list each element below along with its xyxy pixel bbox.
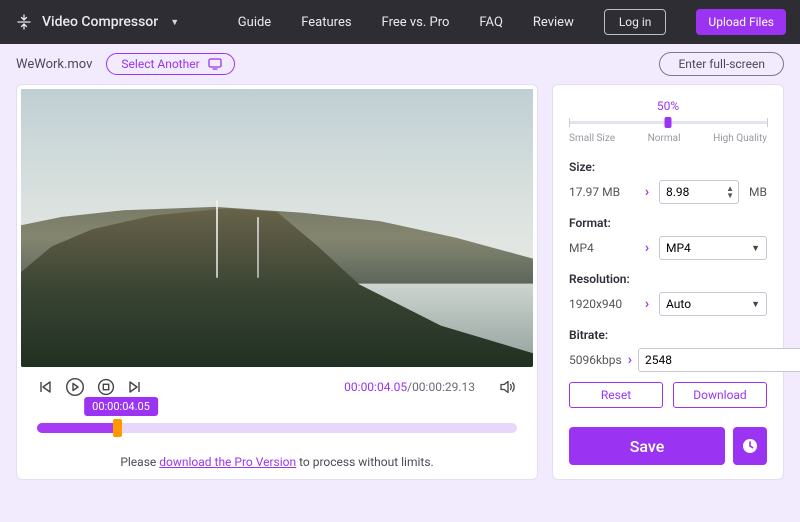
compress-icon [16,14,32,30]
format-value: MP4 [666,241,691,255]
size-value: 8.98 [666,185,689,199]
main: 00:00:04.05/00:00:29.13 00:00:04.05 Plea… [0,80,800,492]
brand-menu[interactable]: Video Compressor ▼ [16,14,179,30]
format-select[interactable]: MP4 ▼ [659,236,767,260]
bitrate-original: 5096kbps [569,353,622,367]
size-stepper[interactable]: ▲▼ [726,185,734,199]
size-original: 17.97 MB [569,185,635,199]
select-another-label: Select Another [121,57,199,71]
clock-icon [741,437,759,455]
size-unit: MB [749,185,767,199]
stop-icon[interactable] [97,378,115,396]
step-back-icon[interactable] [37,379,53,395]
size-label: Size: [569,160,767,174]
time-display: 00:00:04.05/00:00:29.13 [344,380,475,394]
settings-panel: 50% Small Size Normal High Quality Size:… [552,84,784,480]
player-panel: 00:00:04.05/00:00:29.13 00:00:04.05 Plea… [16,84,538,480]
arrow-right-icon: › [641,296,653,312]
enter-fullscreen-button[interactable]: Enter full-screen [659,52,784,76]
pro-version-link[interactable]: download the Pro Version [159,455,296,469]
resolution-label: Resolution: [569,272,767,286]
caret-down-icon: ▼ [751,299,760,310]
seek-bar[interactable]: 00:00:04.05 [37,415,517,437]
arrow-right-icon: › [628,352,632,368]
top-nav: Guide Features Free vs. Pro FAQ Review L… [238,9,786,35]
quality-thumb[interactable] [665,117,672,128]
arrow-right-icon: › [641,184,653,200]
resolution-select[interactable]: Auto ▼ [659,292,767,316]
quality-slider[interactable] [569,115,767,129]
quality-labels: Small Size Normal High Quality [569,133,767,144]
step-forward-icon[interactable] [127,379,143,395]
video-canvas[interactable] [21,89,533,367]
select-another-button[interactable]: Select Another [106,53,234,75]
total-time: 00:00:29.13 [412,380,475,394]
nav-review[interactable]: Review [533,15,574,30]
save-button[interactable]: Save [569,427,725,465]
seek-tooltip: 00:00:04.05 [84,397,158,416]
resolution-value: Auto [666,297,691,311]
bitrate-input[interactable] [638,348,800,372]
reset-button[interactable]: Reset [569,382,663,408]
caret-down-icon: ▼ [170,17,179,28]
format-original: MP4 [569,241,635,255]
login-button[interactable]: Log in [604,9,667,35]
nav-fvp[interactable]: Free vs. Pro [382,15,450,30]
bitrate-label: Bitrate: [569,328,767,342]
arrow-right-icon: › [641,240,653,256]
format-label: Format: [569,216,767,230]
monitor-icon [208,58,222,70]
current-time: 00:00:04.05 [344,380,407,394]
history-button[interactable] [733,427,767,465]
play-icon[interactable] [65,377,85,397]
caret-down-icon: ▼ [751,243,760,254]
filename: WeWork.mov [16,57,92,72]
nav-faq[interactable]: FAQ [479,15,502,30]
seek-thumb[interactable] [113,419,122,437]
nav-guide[interactable]: Guide [238,15,271,30]
seek-fill [37,423,117,433]
nav-features[interactable]: Features [301,15,351,30]
size-input[interactable]: 8.98 ▲▼ [659,180,739,204]
player-controls: 00:00:04.05/00:00:29.13 [21,367,533,397]
resolution-original: 1920x940 [569,297,635,311]
volume-icon[interactable] [499,379,517,395]
upload-button[interactable]: Upload Files [696,9,786,35]
brand-title: Video Compressor [42,14,158,30]
download-button[interactable]: Download [673,382,767,408]
pro-note: Please download the Pro Version to proce… [21,455,533,469]
quality-percent: 50% [569,99,767,113]
sub-bar: WeWork.mov Select Another Enter full-scr… [0,44,800,80]
top-bar: Video Compressor ▼ Guide Features Free v… [0,0,800,44]
